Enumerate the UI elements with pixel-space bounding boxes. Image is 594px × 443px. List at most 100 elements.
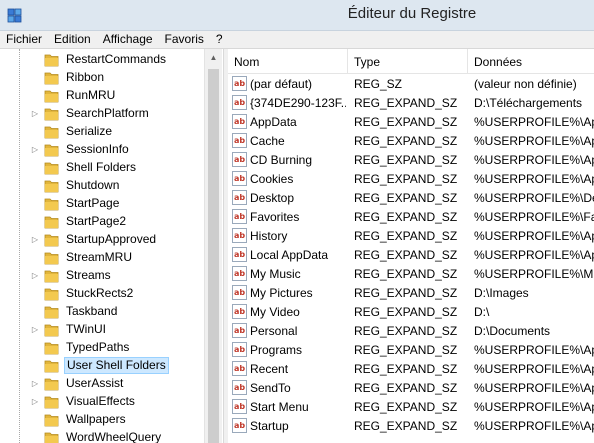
scroll-up-icon[interactable]: ▲: [205, 49, 222, 66]
value-type: REG_EXPAND_SZ: [354, 286, 458, 300]
value-type: REG_EXPAND_SZ: [354, 362, 458, 376]
expand-arrow-icon[interactable]: ▷: [31, 393, 39, 411]
value-data: (valeur non définie): [474, 77, 577, 91]
value-row[interactable]: ab {374DE290-123F... REG_EXPAND_SZ D:\Téléc…: [228, 94, 594, 113]
value-row[interactable]: abAppData REG_EXPAND_SZ %USERPROFILE%\Appl: [228, 113, 594, 132]
value-row[interactable]: ab (par défaut) REG_SZ (valeur non définie): [228, 75, 594, 94]
expand-arrow-icon[interactable]: ▷: [31, 321, 39, 339]
folder-icon: [44, 54, 59, 67]
value-name: My Pictures: [250, 286, 313, 300]
value-type: REG_EXPAND_SZ: [354, 96, 458, 110]
value-data: %USERPROFILE%\Appl: [474, 248, 594, 262]
window-title: Éditeur du Registre: [347, 5, 477, 22]
tree-item[interactable]: StreamMRU: [26, 249, 206, 267]
expand-arrow-icon[interactable]: ▷: [31, 231, 39, 249]
value-row[interactable]: abPrograms REG_EXPAND_SZ %USERPROFILE%\App…: [228, 341, 594, 360]
menu-fichier[interactable]: Fichier: [0, 31, 48, 48]
folder-icon: [44, 414, 59, 427]
string-value-icon: ab: [232, 361, 247, 376]
expand-arrow-icon[interactable]: ▷: [31, 141, 39, 159]
folder-icon: [44, 288, 59, 301]
value-name: Cookies: [250, 172, 294, 186]
value-row[interactable]: abFavorites REG_EXPAND_SZ %USERPROFILE%\Fa…: [228, 208, 594, 227]
tree-item[interactable]: Shutdown: [26, 177, 206, 195]
tree-item[interactable]: StartPage2: [26, 213, 206, 231]
value-row[interactable]: abCache REG_EXPAND_SZ %USERPROFILE%\Appl: [228, 132, 594, 151]
value-row[interactable]: ab Local AppData REG_EXPAND_SZ %USERPROFILE…: [228, 246, 594, 265]
value-name: (par défaut): [250, 77, 313, 91]
folder-icon: [44, 306, 59, 319]
menu-affichage[interactable]: Affichage: [97, 31, 159, 48]
value-row[interactable]: ab Personal REG_EXPAND_SZ D:\Documents: [228, 322, 594, 341]
value-name: Recent: [250, 362, 289, 376]
tree-item[interactable]: ▷ Streams: [26, 267, 206, 285]
tree-item[interactable]: TypedPaths: [26, 339, 206, 357]
string-value-icon: ab: [232, 114, 247, 129]
value-list[interactable]: Nom Type Données ab (par défaut) REG_SZ (va…: [228, 49, 594, 443]
tree-item[interactable]: ▷ TWinUI: [26, 321, 206, 339]
column-header-name[interactable]: Nom: [228, 49, 348, 73]
value-row[interactable]: abSendTo REG_EXPAND_SZ %USERPROFILE%\Appl: [228, 379, 594, 398]
value-row[interactable]: abDesktop REG_EXPAND_SZ %USERPROFILE%\Desk: [228, 189, 594, 208]
tree-item-label: TWinUI: [66, 322, 106, 336]
value-name: My Video: [250, 305, 300, 319]
tree-item[interactable]: User Shell Folders: [26, 357, 206, 375]
value-row[interactable]: abStartup REG_EXPAND_SZ %USERPROFILE%\Appl: [228, 417, 594, 436]
tree-item[interactable]: Serialize: [26, 123, 206, 141]
value-row[interactable]: ab My Pictures REG_EXPAND_SZ D:\Images: [228, 284, 594, 303]
value-row[interactable]: abCookies REG_EXPAND_SZ %USERPROFILE%\Appl: [228, 170, 594, 189]
tree-item[interactable]: Ribbon: [26, 69, 206, 87]
tree-item[interactable]: StartPage: [26, 195, 206, 213]
column-header-data[interactable]: Données: [468, 49, 594, 73]
string-value-icon: ab: [232, 76, 247, 91]
tree-item[interactable]: RunMRU: [26, 87, 206, 105]
tree-item-label: TypedPaths: [66, 340, 130, 354]
expand-arrow-icon[interactable]: ▷: [31, 375, 39, 393]
tree-scrollbar[interactable]: ▲: [204, 49, 222, 443]
value-row[interactable]: ab Start Menu REG_EXPAND_SZ %USERPROFILE%\A…: [228, 398, 594, 417]
value-row[interactable]: ab My Video REG_EXPAND_SZ D:\: [228, 303, 594, 322]
expand-arrow-icon[interactable]: ▷: [31, 105, 39, 123]
column-header-type[interactable]: Type: [348, 49, 468, 73]
folder-icon: [44, 90, 59, 103]
tree-item-label: VisualEffects: [66, 394, 135, 408]
tree-item[interactable]: ▷ SearchPlatform: [26, 105, 206, 123]
tree-item[interactable]: Taskband: [26, 303, 206, 321]
tree-item[interactable]: ▷ VisualEffects: [26, 393, 206, 411]
value-name: Favorites: [250, 210, 300, 224]
value-name: Cache: [250, 134, 285, 148]
tree-item[interactable]: Wallpapers: [26, 411, 206, 429]
folder-icon: [44, 270, 59, 283]
tree-item-label: UserAssist: [66, 376, 124, 390]
folder-icon: [44, 396, 59, 409]
value-name: Startup: [250, 419, 289, 433]
key-tree[interactable]: RestartCommands Ribbon RunMRU ▷ SearchPlatfo…: [0, 49, 223, 443]
menu-help[interactable]: ?: [210, 31, 229, 48]
scroll-thumb[interactable]: [208, 69, 219, 443]
tree-item[interactable]: Shell Folders: [26, 159, 206, 177]
tree-item[interactable]: ▷ StartupApproved: [26, 231, 206, 249]
folder-icon: [44, 234, 59, 247]
tree-item[interactable]: WordWheelQuery: [26, 429, 206, 443]
folder-icon: [44, 216, 59, 229]
value-row[interactable]: ab My Music REG_EXPAND_SZ %USERPROFILE%\Mus: [228, 265, 594, 284]
tree-item[interactable]: ▷ UserAssist: [26, 375, 206, 393]
value-row[interactable]: abRecent REG_EXPAND_SZ %USERPROFILE%\Appl: [228, 360, 594, 379]
tree-item[interactable]: StuckRects2: [26, 285, 206, 303]
tree-item[interactable]: ▷ SessionInfo: [26, 141, 206, 159]
value-row[interactable]: abHistory REG_EXPAND_SZ %USERPROFILE%\Appl: [228, 227, 594, 246]
string-value-icon: ab: [232, 380, 247, 395]
value-row[interactable]: ab CD Burning REG_EXPAND_SZ %USERPROFILE%\A…: [228, 151, 594, 170]
value-name: My Music: [250, 267, 301, 281]
folder-icon: [44, 432, 59, 443]
string-value-icon: ab: [232, 228, 247, 243]
tree-item-label: StartPage2: [66, 214, 127, 228]
value-data: %USERPROFILE%\Appl: [474, 400, 594, 414]
value-type: REG_EXPAND_SZ: [354, 419, 458, 433]
value-name: Start Menu: [250, 400, 309, 414]
expand-arrow-icon[interactable]: ▷: [31, 267, 39, 285]
menu-edition[interactable]: Edition: [48, 31, 97, 48]
tree-item[interactable]: RestartCommands: [26, 51, 206, 69]
value-data: %USERPROFILE%\Mus: [474, 267, 594, 281]
menu-favoris[interactable]: Favoris: [159, 31, 210, 48]
